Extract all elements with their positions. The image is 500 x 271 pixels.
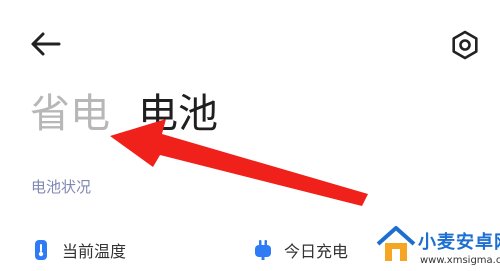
back-button[interactable] — [29, 30, 63, 58]
tab-bar: 省电 电池 — [30, 88, 218, 140]
settings-button[interactable] — [447, 27, 483, 63]
thermometer-icon — [35, 240, 47, 260]
watermark-url: www.xmsigma.com — [420, 255, 500, 266]
house-logo-icon — [376, 226, 416, 261]
tab-power-saving[interactable]: 省电 — [30, 88, 110, 140]
stat-today-charge[interactable]: 今日充电 — [254, 238, 348, 262]
watermark-name: 小麦安卓网 — [418, 232, 500, 253]
arrow-left-icon — [31, 32, 61, 56]
section-title: 电池状况 — [31, 178, 92, 196]
watermark: 小麦安卓网 www.xmsigma.com — [374, 222, 500, 271]
stat-current-temperature[interactable]: 当前温度 — [32, 238, 126, 262]
stat-label: 今日充电 — [284, 242, 349, 261]
hexagon-gear-icon — [452, 30, 478, 60]
plug-icon — [255, 240, 271, 260]
stat-label: 当前温度 — [62, 242, 127, 261]
tab-battery[interactable]: 电池 — [138, 88, 218, 140]
